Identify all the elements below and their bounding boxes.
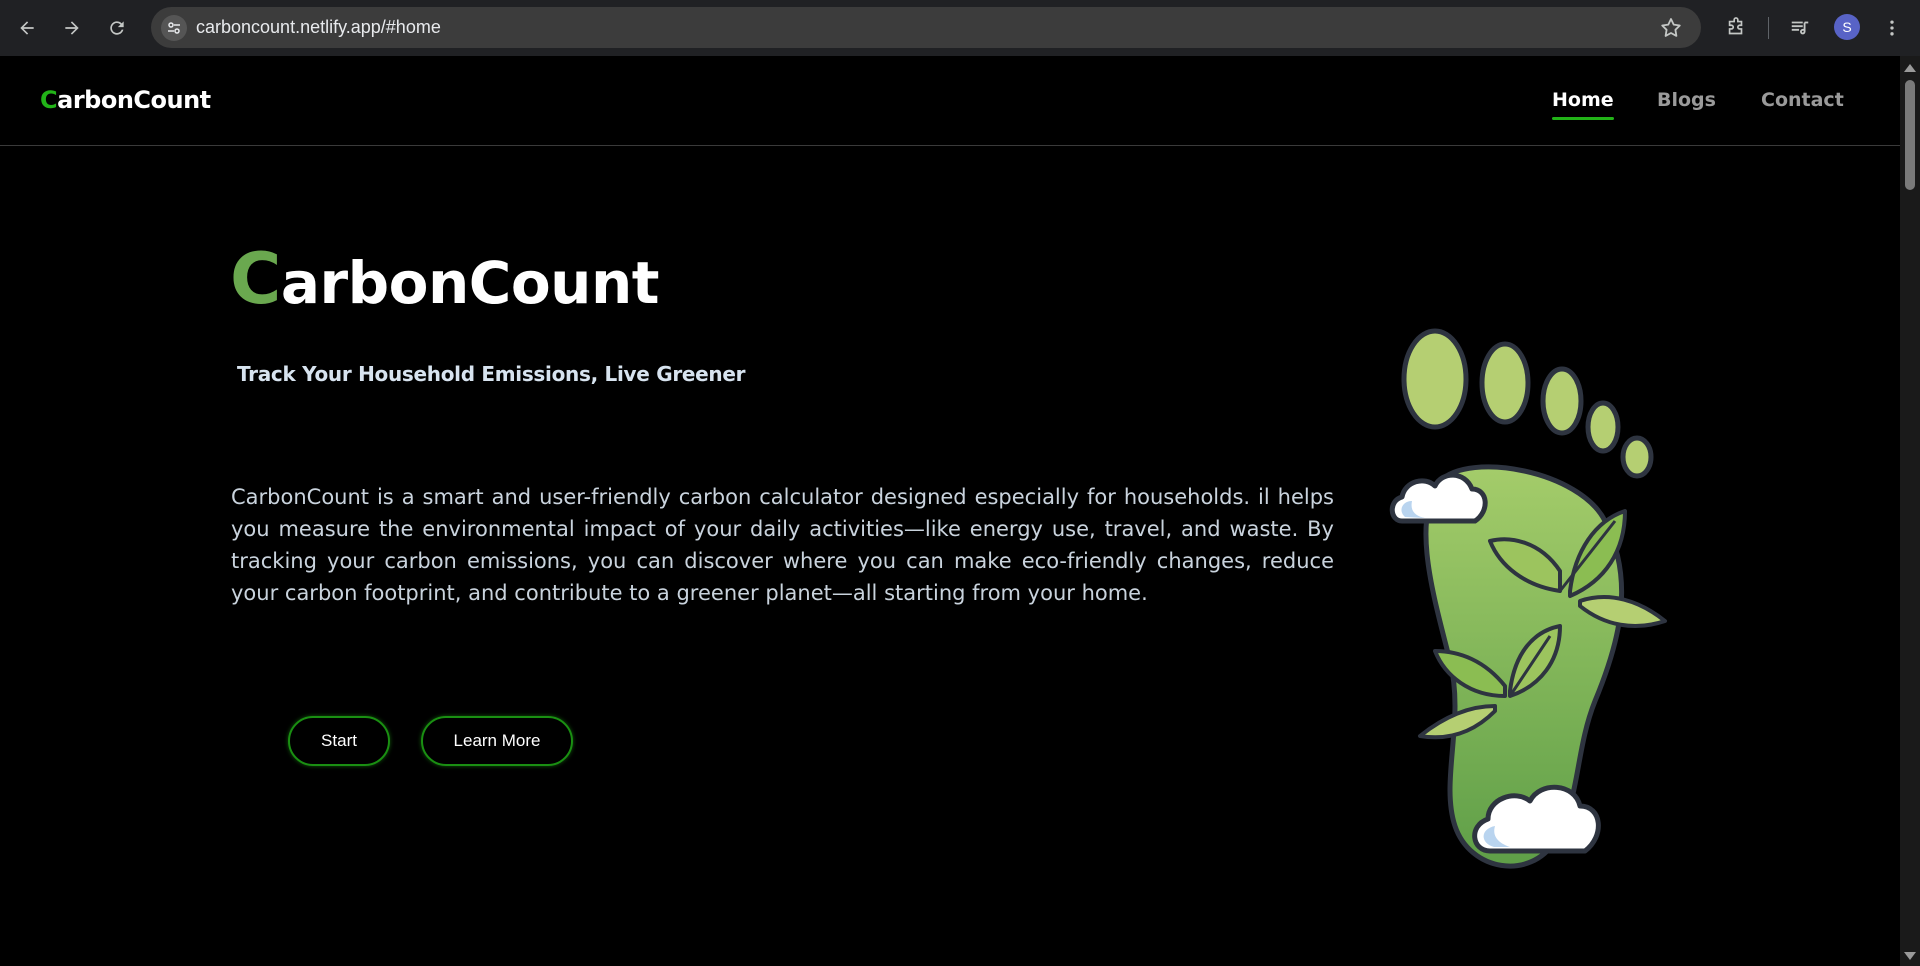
hero-description: CarbonCount is a smart and user-friendly… bbox=[231, 485, 1334, 605]
url-text[interactable]: carboncount.netlify.app/#home bbox=[196, 17, 441, 38]
back-arrow-icon[interactable] bbox=[13, 14, 41, 42]
hero-tagline: Track Your Household Emissions, Live Gre… bbox=[237, 362, 746, 386]
browser-toolbar: carboncount.netlify.app/#home S bbox=[0, 0, 1920, 56]
nav-contact[interactable]: Contact bbox=[1761, 89, 1844, 111]
bookmark-star-icon[interactable] bbox=[1659, 16, 1683, 40]
extensions-icon[interactable] bbox=[1722, 14, 1750, 42]
more-menu-icon[interactable] bbox=[1878, 14, 1906, 42]
nav-blogs[interactable]: Blogs bbox=[1657, 89, 1716, 111]
profile-avatar[interactable]: S bbox=[1834, 14, 1860, 40]
nav-home[interactable]: Home bbox=[1552, 89, 1614, 120]
start-button[interactable]: Start bbox=[288, 716, 390, 766]
scrollbar-thumb[interactable] bbox=[1905, 80, 1915, 190]
learn-more-button[interactable]: Learn More bbox=[421, 716, 573, 766]
hero-title: CarbonCount bbox=[230, 238, 660, 320]
page-viewport: CarbonCount Home Blogs Contact CarbonCou… bbox=[0, 56, 1900, 966]
scroll-down-icon[interactable] bbox=[1904, 952, 1916, 960]
toolbar-divider bbox=[1768, 17, 1769, 39]
page-scrollbar[interactable] bbox=[1900, 56, 1920, 966]
footprint-illustration bbox=[1389, 328, 1667, 869]
site-logo[interactable]: CarbonCount bbox=[40, 86, 211, 114]
reload-icon[interactable] bbox=[103, 14, 131, 42]
address-bar[interactable]: carboncount.netlify.app/#home bbox=[151, 7, 1701, 48]
scroll-up-icon[interactable] bbox=[1904, 64, 1916, 72]
site-settings-icon[interactable] bbox=[161, 15, 187, 41]
site-header: CarbonCount Home Blogs Contact bbox=[0, 56, 1900, 146]
media-controls-icon[interactable] bbox=[1786, 14, 1814, 42]
forward-arrow-icon[interactable] bbox=[58, 14, 86, 42]
